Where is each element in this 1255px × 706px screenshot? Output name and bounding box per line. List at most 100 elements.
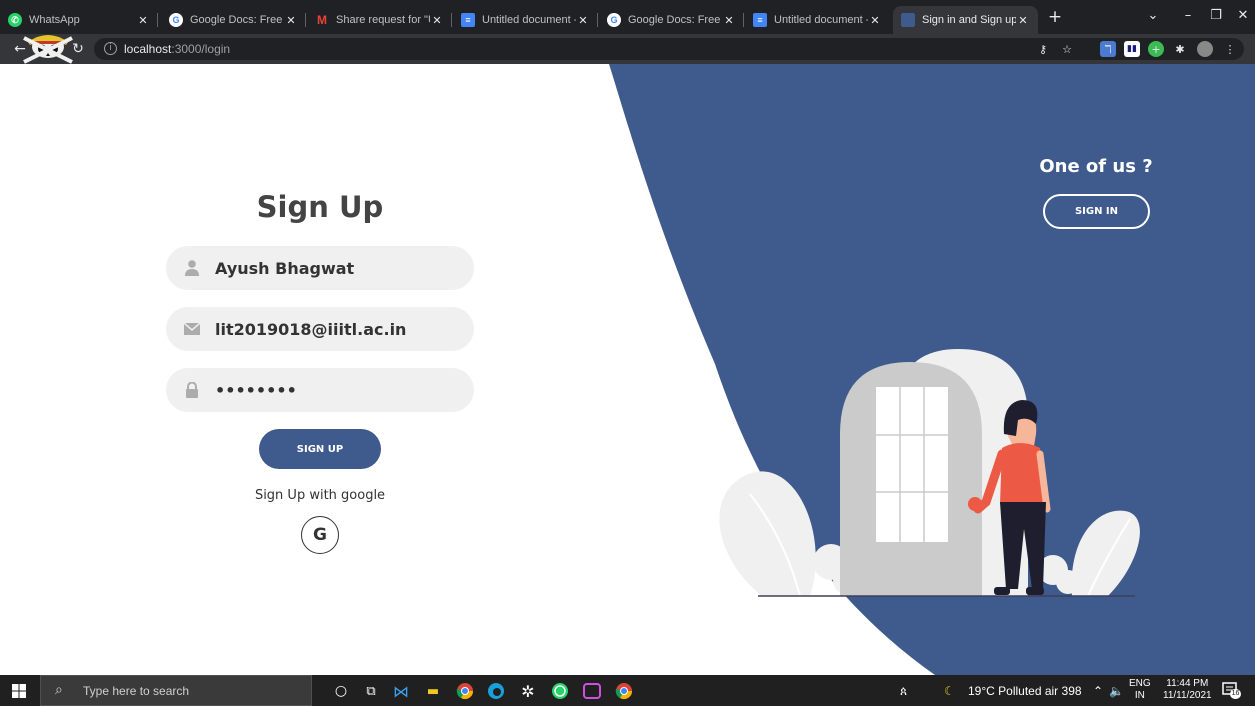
edge-icon[interactable] (486, 681, 506, 701)
url-host: localhost (124, 42, 172, 56)
green-extension-icon[interactable]: + (1148, 41, 1164, 57)
sign-up-button[interactable]: SIGN UP (259, 429, 381, 469)
restore-icon[interactable]: ❐ (1207, 8, 1225, 23)
volume-icon[interactable]: 🔈 (1109, 684, 1124, 698)
translate-extension-icon[interactable]: ℸ (1100, 41, 1116, 57)
google-icon: G (607, 13, 621, 27)
vscode-icon[interactable]: ⋈ (391, 681, 411, 701)
tab-separator (743, 13, 744, 27)
close-icon[interactable]: ✕ (284, 14, 298, 27)
notification-center-icon[interactable]: 16 (1222, 682, 1241, 699)
lock-icon (184, 382, 200, 398)
cortana-icon[interactable]: ○ (331, 681, 351, 701)
extension-icon[interactable]: ▮▮ (1124, 41, 1140, 57)
minimize-icon[interactable]: – (1179, 8, 1197, 23)
tab-separator (451, 13, 452, 27)
close-icon[interactable]: ✕ (868, 14, 882, 27)
tab-title: WhatsApp (29, 14, 80, 26)
password-value: •••••••• (215, 380, 297, 400)
reload-icon[interactable]: ↻ (68, 39, 88, 59)
gmail-icon: M (317, 13, 327, 27)
tab-title: Google Docs: Free On (190, 14, 284, 26)
notification-count: 16 (1230, 689, 1241, 699)
search-icon: ⌕ (55, 682, 63, 698)
file-explorer-icon[interactable]: ▬ (423, 681, 443, 701)
language-indicator[interactable]: ENG IN (1129, 678, 1151, 702)
name-field[interactable]: Ayush Bhagwat (166, 246, 474, 290)
address-bar[interactable]: i localhost:3000/login ⚷ ☆ (94, 38, 1244, 60)
taskbar-search-box[interactable]: ⌕ Type here to search (40, 675, 312, 706)
taskbar-clock[interactable]: 11:44 PM 11/11/2021 (1163, 678, 1212, 702)
tab-title: Share request for "Un (336, 14, 430, 26)
tab-google-docs[interactable]: G Google Docs: Free On ✕ (161, 6, 306, 34)
close-icon[interactable]: ✕ (136, 14, 150, 27)
envelope-icon (184, 321, 200, 337)
close-icon[interactable]: ✕ (722, 14, 736, 27)
door-illustration (719, 349, 1140, 597)
google-icon: G (313, 525, 327, 545)
menu-dots-icon[interactable]: ⋮ (1222, 41, 1238, 57)
whatsapp-icon: ✆ (8, 13, 22, 27)
close-icon[interactable]: ✕ (1016, 14, 1030, 27)
profile-avatar-icon[interactable] (1197, 41, 1213, 57)
close-icon[interactable]: ✕ (576, 14, 590, 27)
pirate-skull-icon (23, 35, 73, 64)
address-url[interactable]: localhost:3000/login (124, 42, 230, 56)
terminal-icon[interactable] (582, 681, 602, 701)
region-code: IN (1134, 690, 1145, 701)
settings-gear-icon[interactable]: ✲ (518, 681, 538, 701)
new-tab-icon[interactable]: + (1047, 9, 1063, 26)
google-signup-text: Sign Up with google (254, 488, 386, 503)
weather-moon-icon: ☾ (944, 684, 955, 698)
sign-in-button[interactable]: SIGN IN (1043, 194, 1150, 229)
clock-date: 11/11/2021 (1163, 690, 1212, 701)
signup-title: Sign Up (256, 190, 384, 224)
site-info-icon[interactable]: i (104, 42, 117, 55)
chrome-icon[interactable] (455, 681, 475, 701)
user-icon (184, 260, 200, 276)
browser-tab-strip: ✆ WhatsApp ✕ G Google Docs: Free On ✕ M … (0, 0, 1255, 34)
docs-icon: ≡ (461, 13, 475, 27)
browser-toolbar: ← ↻ i localhost:3000/login ⚷ ☆ ℸ ▮▮ + ✱ … (0, 34, 1255, 64)
login-page: Sign Up Ayush Bhagwat lit2019018@iiitl.a… (0, 64, 1255, 675)
search-placeholder: Type here to search (83, 684, 190, 698)
tab-google-docs[interactable]: G Google Docs: Free On ✕ (599, 6, 744, 34)
tab-separator (597, 13, 598, 27)
google-signup-button[interactable]: G (301, 516, 339, 554)
close-window-icon[interactable]: ✕ (1234, 8, 1252, 23)
whatsapp-icon[interactable] (550, 681, 570, 701)
tab-title: Untitled document - G (774, 14, 868, 26)
clock-time: 11:44 PM (1166, 678, 1209, 689)
tab-separator (305, 13, 306, 27)
puzzle-extensions-icon[interactable]: ✱ (1172, 41, 1188, 57)
task-view-icon[interactable]: ⧉ (361, 681, 381, 701)
bookmark-star-icon[interactable]: ☆ (1059, 41, 1075, 57)
email-field[interactable]: lit2019018@iiitl.ac.in (166, 307, 474, 351)
tab-untitled-document[interactable]: ≡ Untitled document - G ✕ (453, 6, 598, 34)
tab-title: Google Docs: Free On (628, 14, 722, 26)
chrome-profile-icon[interactable] (614, 681, 634, 701)
tab-title: Sign in and Sign up (922, 14, 1016, 26)
docs-icon: ≡ (753, 13, 767, 27)
email-value: lit2019018@iiitl.ac.in (215, 319, 407, 339)
language-code: ENG (1129, 678, 1151, 689)
key-icon[interactable]: ⚷ (1035, 41, 1051, 57)
password-field[interactable]: •••••••• (166, 368, 474, 412)
tab-share-request[interactable]: M Share request for "Un ✕ (307, 6, 452, 34)
weather-text[interactable]: 19°C Polluted air 398 (968, 684, 1082, 698)
windows-taskbar: ⌕ Type here to search ○ ⧉ ⋈ ▬ ✲ ጰ ☾ 19°C… (0, 675, 1255, 706)
google-icon: G (169, 13, 183, 27)
url-path: :3000/login (171, 42, 231, 56)
tab-search-icon[interactable]: ⌄ (1144, 8, 1162, 23)
name-value: Ayush Bhagwat (215, 258, 355, 278)
panel-heading: One of us ? (1039, 156, 1153, 177)
tab-separator (157, 13, 158, 27)
show-hidden-icons-chevron[interactable]: ⌃ (1093, 684, 1103, 698)
tab-whatsapp[interactable]: ✆ WhatsApp ✕ (0, 6, 158, 34)
close-icon[interactable]: ✕ (430, 14, 444, 27)
tab-sign-in-sign-up[interactable]: Sign in and Sign up ✕ (893, 6, 1038, 34)
site-icon (901, 13, 915, 27)
tab-untitled-document[interactable]: ≡ Untitled document - G ✕ (745, 6, 890, 34)
people-icon[interactable]: ጰ (900, 684, 907, 699)
windows-start-icon[interactable] (12, 684, 26, 698)
